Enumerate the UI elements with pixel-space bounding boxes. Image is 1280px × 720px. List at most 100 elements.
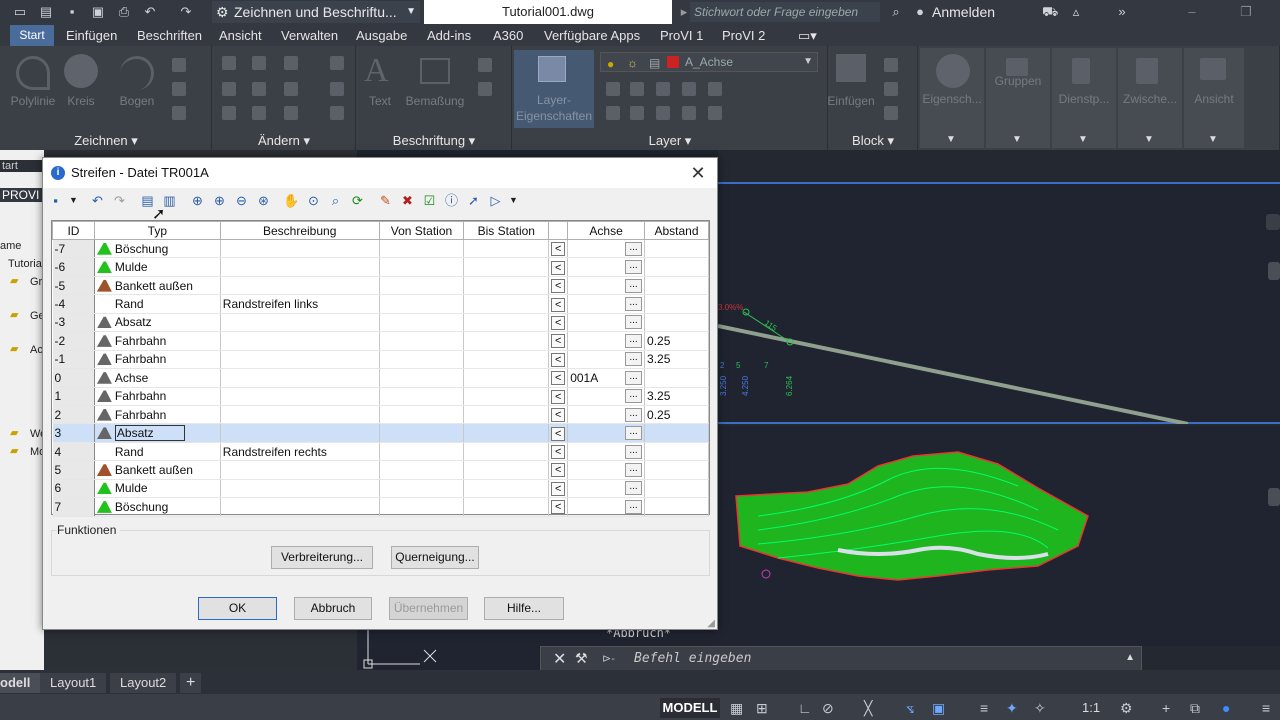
dimension-icon[interactable] (420, 58, 450, 84)
chevron-left-icon[interactable]: < (551, 408, 566, 423)
viewcube-icon[interactable] (1266, 214, 1280, 230)
undo-icon[interactable]: ↶ (142, 4, 158, 20)
row-bis-station[interactable] (463, 423, 550, 443)
row-von-station[interactable] (379, 368, 465, 388)
row-von-station[interactable] (379, 257, 465, 277)
row-abstand[interactable] (644, 368, 709, 388)
row-abstand[interactable] (644, 442, 709, 462)
col-achse[interactable]: Achse (567, 221, 646, 240)
chevron-left-icon[interactable]: < (551, 315, 566, 330)
chevron-left-icon[interactable]: < (551, 445, 566, 460)
browse-button[interactable]: ... (625, 426, 643, 441)
col-bis-station[interactable]: Bis Station (463, 221, 550, 240)
row-bis-station[interactable] (463, 368, 550, 388)
user-icon[interactable]: ● (912, 4, 928, 20)
panel-title-layer[interactable]: Layer ▾ (512, 132, 828, 150)
browse-button[interactable]: ... (625, 389, 643, 404)
row-typ[interactable]: Böschung (94, 239, 221, 259)
pan-icon[interactable]: ✋ (283, 192, 300, 209)
new-file-icon[interactable]: ▭ (12, 4, 28, 20)
chevron-left-icon[interactable]: < (551, 389, 566, 404)
plus-icon[interactable]: + (1162, 700, 1170, 716)
row-achse[interactable]: ... (567, 257, 646, 277)
chevron-left-icon[interactable]: < (551, 260, 566, 275)
browse-button[interactable]: ... (625, 352, 643, 367)
table-row[interactable]: -5 Bankett außen <... (52, 276, 709, 296)
panel-title-beschriftung[interactable]: Beschriftung ▾ (356, 132, 512, 150)
layer-tool-icon[interactable] (656, 106, 670, 120)
zoom-extents-icon[interactable]: ⊛ (255, 192, 272, 209)
row-bis-station[interactable] (463, 276, 550, 296)
model-space-toggle[interactable]: MODELL (660, 698, 720, 718)
row-achse[interactable]: ... (567, 239, 646, 259)
nav-bar-icon[interactable] (1268, 488, 1280, 506)
row-achse[interactable]: ... (567, 405, 646, 425)
row-achse[interactable]: ... (567, 276, 646, 296)
chevron-down-icon[interactable]: ▼ (505, 192, 522, 209)
row-beschreibung[interactable] (220, 368, 380, 388)
row-von-station[interactable] (379, 460, 465, 480)
browse-button[interactable]: ... (625, 499, 643, 514)
row-typ[interactable]: Bankett außen (94, 276, 221, 296)
row-beschreibung[interactable] (220, 497, 380, 517)
annotation-icon[interactable]: ✦ (1006, 700, 1018, 717)
row-abstand[interactable]: 3.25 (644, 387, 709, 406)
row-bis-station[interactable] (463, 442, 550, 462)
row-abstand[interactable] (644, 460, 709, 480)
row-achse[interactable]: ... (567, 460, 646, 480)
table-row[interactable]: -3 Absatz <... (52, 313, 709, 333)
row-typ[interactable]: Mulde (94, 257, 221, 277)
table-row[interactable]: -7 Böschung <... (52, 239, 709, 259)
offset-icon[interactable] (330, 106, 344, 120)
chevron-down-icon[interactable]: ▼ (1078, 134, 1088, 145)
redo-icon[interactable]: ↷ (178, 4, 194, 20)
col-typ[interactable]: Typ (93, 221, 221, 240)
polyline-icon[interactable] (16, 56, 50, 90)
row-von-station[interactable] (379, 405, 465, 425)
row-achse[interactable]: ... (567, 479, 646, 499)
layer-tool-icon[interactable] (630, 106, 644, 120)
row-typ[interactable]: Fahrbahn (94, 331, 221, 351)
close-icon[interactable]: ✕ (553, 649, 566, 669)
block-tool-icon[interactable] (884, 106, 898, 120)
tree-item[interactable]: Ac (30, 344, 43, 356)
verbreiterung-button[interactable]: Verbreiterung... (271, 546, 373, 569)
stretch-icon[interactable] (222, 106, 236, 120)
browse-button[interactable]: ... (625, 260, 643, 275)
chevron-left-icon[interactable]: < (551, 481, 566, 496)
panel-title-block[interactable]: Block ▾ (828, 132, 918, 150)
row-von-station[interactable] (379, 313, 465, 333)
menu-provi2[interactable]: ProVI 2 (722, 28, 765, 44)
menu-start[interactable]: Start (10, 25, 54, 46)
row-achse[interactable]: ... (567, 331, 646, 351)
circle-icon[interactable] (64, 54, 98, 88)
row-typ[interactable]: Böschung (94, 497, 221, 517)
browse-button[interactable]: ... (625, 481, 643, 496)
row-achse[interactable]: ... (567, 313, 646, 333)
row-beschreibung[interactable] (220, 257, 380, 277)
abbruch-button[interactable]: Abbruch (294, 597, 372, 620)
block-tool-icon[interactable] (884, 82, 898, 96)
row-abstand[interactable] (644, 294, 709, 314)
menu-icon[interactable]: ≡ (1262, 700, 1270, 716)
col-beschreibung[interactable]: Beschreibung (219, 221, 380, 240)
restore-icon[interactable]: ❐ (1238, 4, 1254, 20)
row-bis-station[interactable] (463, 294, 550, 314)
row-achse[interactable]: ... (567, 387, 646, 406)
refresh-icon[interactable]: ⟳ (349, 192, 366, 209)
isolate-icon[interactable]: ● (1222, 700, 1230, 716)
menu-ansicht[interactable]: Ansicht (219, 28, 262, 44)
explode-icon[interactable] (330, 82, 344, 96)
layer-tool-icon[interactable] (708, 106, 722, 120)
chevron-left-icon[interactable]: < (551, 334, 566, 349)
row-typ[interactable]: Fahrbahn (94, 350, 221, 370)
row-abstand[interactable] (644, 423, 709, 443)
browse-button[interactable]: ... (625, 462, 643, 477)
polar-icon[interactable]: ⊘ (822, 700, 834, 717)
row-abstand[interactable]: 0.25 (644, 331, 709, 351)
row-beschreibung[interactable] (220, 423, 380, 443)
annotation-scale[interactable]: 1:1 (1082, 700, 1100, 715)
row-typ[interactable]: Rand (94, 294, 221, 314)
menu-apps[interactable]: Verfügbare Apps (544, 28, 640, 44)
table-row[interactable]: 3 Absatz <... (52, 423, 709, 443)
